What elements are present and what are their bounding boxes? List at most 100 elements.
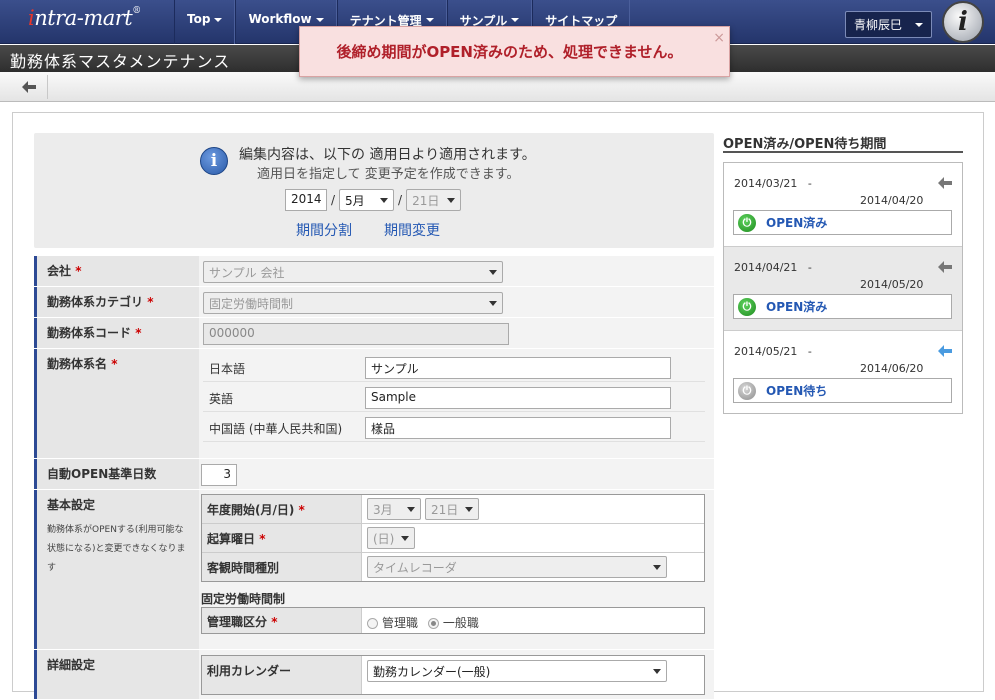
arrow-left-icon [21, 81, 36, 93]
period-dash: - [807, 345, 812, 358]
time-type-select[interactable]: タイムレコーダ [367, 556, 667, 578]
name-en-input[interactable]: Sample [365, 387, 671, 409]
lang-label: 中国語 (中華人民共和国) [209, 422, 343, 436]
period-change-link[interactable]: 期間変更 [384, 220, 440, 240]
week-start-label-text: 起算曜日 [207, 532, 256, 546]
fiscal-month-select[interactable]: 3月 [367, 498, 421, 520]
code-label-text: 勤務体系コード [47, 326, 132, 340]
chevron-down-icon [315, 18, 324, 22]
code-input[interactable]: 000000 [203, 323, 509, 345]
category-select[interactable]: 固定労働時間制 [203, 292, 503, 314]
basic-settings-label: 基本設定 勤務体系がOPENする(利用可能な状態になる)と変更できなくなります [34, 490, 197, 649]
name-label-text: 勤務体系名 [47, 357, 108, 371]
category-label: 勤務体系カテゴリ * [34, 287, 197, 317]
time-type-label: 客観時間種別 [202, 553, 362, 581]
close-icon[interactable]: × [713, 30, 725, 46]
week-start-label: 起算曜日 * [202, 524, 362, 552]
category-label-text: 勤務体系カテゴリ [47, 295, 144, 309]
detail-settings-row: 詳細設定 利用カレンダー 勤務カレンダー(一般) [34, 650, 714, 700]
notice-subtext: 適用日を指定して 変更予定を作成できます。 [257, 167, 520, 182]
radio-icon [367, 618, 378, 629]
chevron-down-icon [425, 18, 434, 22]
basic-settings-table: 年度開始(月/日) * 3月 21日 起算曜日 * (日) 客観時間種別 タイム… [201, 494, 705, 582]
intra-mart-logo[interactable]: intra-mart® [28, 6, 141, 38]
period-start: 2014/03/21 - [734, 177, 812, 190]
period-status: ⏻ OPEN済み [733, 294, 952, 319]
apply-year-input[interactable]: 2014 [285, 189, 327, 211]
period-start-date: 2014/04/21 [734, 261, 798, 274]
notice-text: 編集内容は、以下の 適用日より適用されます。 [239, 147, 536, 163]
general-option-label: 一般職 [442, 616, 479, 630]
category-row: 勤務体系カテゴリ * 固定労働時間制 [34, 287, 714, 318]
chevron-down-icon [407, 506, 415, 512]
week-start-row: 起算曜日 * (日) [202, 524, 704, 553]
apply-date-panel: i 編集内容は、以下の 適用日より適用されます。 適用日を指定して 変更予定を作… [34, 133, 714, 248]
company-label: 会社 * [34, 256, 197, 286]
power-on-icon: ⏻ [738, 297, 756, 316]
company-label-text: 会社 [47, 264, 72, 278]
period-item[interactable]: 2014/04/21 - 2014/05/20 ⏻ OPEN済み [724, 247, 962, 331]
manager-radio-group: 管理職 一般職 [367, 614, 479, 631]
period-start: 2014/05/21 - [734, 345, 812, 358]
chevron-down-icon [214, 18, 223, 22]
name-en-row: 英語 Sample [203, 383, 705, 412]
period-status-label: OPEN済み [766, 300, 828, 314]
name-ja-row: 日本語 サンプル [203, 353, 705, 382]
back-button[interactable] [10, 75, 48, 99]
chevron-down-icon [653, 668, 661, 674]
period-links: 期間分割 期間変更 [296, 220, 440, 240]
name-zh-input[interactable]: 樣品 [365, 417, 671, 439]
date-separator: / [331, 193, 336, 207]
calendar-select[interactable]: 勤務カレンダー(一般) [367, 660, 667, 682]
date-separator: / [398, 193, 403, 207]
period-item-current[interactable]: 2014/05/21 - 2014/06/20 ⏻ OPEN待ち [724, 331, 962, 415]
fiscal-month-value: 3月 [373, 502, 393, 517]
fiscal-day-select[interactable]: 21日 [425, 498, 479, 520]
period-split-link[interactable]: 期間分割 [296, 220, 352, 240]
name-row: 勤務体系名 * 日本語 サンプル 英語 Sample 中国語 (中華人民共和国)… [34, 349, 714, 459]
manager-label-text: 管理職区分 [207, 615, 268, 629]
user-menu-button[interactable]: 青柳辰巳 [845, 11, 932, 38]
chevron-down-icon [447, 197, 456, 203]
auto-open-row: 自動OPEN基準日数 3 [34, 459, 714, 490]
brand-icon-button[interactable]: i [939, 0, 987, 44]
lang-label: 日本語 [209, 362, 246, 376]
calendar-value: 勤務カレンダー(一般) [373, 664, 491, 679]
manager-table: 管理職区分 * 管理職 一般職 [201, 607, 705, 634]
period-dash: - [807, 261, 812, 274]
error-toast: 後締め期間がOPEN済みのため、処理できません。 × [299, 26, 730, 77]
apply-day-select[interactable]: 21日 [406, 189, 462, 211]
period-end: 2014/04/20 [860, 194, 924, 207]
manager-radio[interactable]: 管理職 [367, 616, 418, 630]
apply-date-selector: 2014 / 5月 / 21日 [285, 189, 462, 211]
chevron-down-icon [653, 564, 661, 570]
menu-top[interactable]: Top [174, 0, 236, 44]
week-start-select[interactable]: (日) [367, 527, 415, 549]
menu-workflow-label: Workflow [248, 12, 312, 26]
general-radio[interactable]: 一般職 [427, 616, 479, 630]
company-row: 会社 * サンプル 会社 [34, 256, 714, 287]
intra-mart-i-icon: i [942, 1, 984, 43]
category-value: 固定労働時間制 [209, 296, 294, 311]
company-select[interactable]: サンプル 会社 [203, 261, 503, 283]
menu-top-label: Top [187, 12, 211, 26]
period-start-date: 2014/03/21 [734, 177, 798, 190]
code-row: 勤務体系コード * 000000 [34, 318, 714, 349]
basic-settings-note: 勤務体系がOPENする(利用可能な状態になる)と変更できなくなります [47, 525, 186, 573]
apply-month-select[interactable]: 5月 [339, 189, 395, 211]
name-ja-input[interactable]: サンプル [365, 357, 671, 379]
period-item[interactable]: 2014/03/21 - 2014/04/20 ⏻ OPEN済み [724, 163, 962, 247]
apply-month-value: 5月 [345, 193, 365, 208]
time-type-value: タイムレコーダ [373, 560, 457, 575]
info-icon: i [200, 147, 228, 175]
code-label: 勤務体系コード * [34, 318, 197, 348]
radio-selected-icon [427, 618, 439, 629]
chevron-down-icon [489, 269, 497, 275]
detail-settings-label: 詳細設定 [34, 650, 197, 699]
main-content: i 編集内容は、以下の 適用日より適用されます。 適用日を指定して 変更予定を作… [12, 112, 984, 700]
fiscal-start-label: 年度開始(月/日) * [202, 495, 362, 523]
power-on-icon: ⏻ [738, 213, 756, 232]
company-value: サンプル 会社 [209, 265, 285, 280]
error-message: 後締め期間がOPEN済みのため、処理できません。 [336, 43, 683, 61]
auto-open-input[interactable]: 3 [201, 464, 237, 486]
